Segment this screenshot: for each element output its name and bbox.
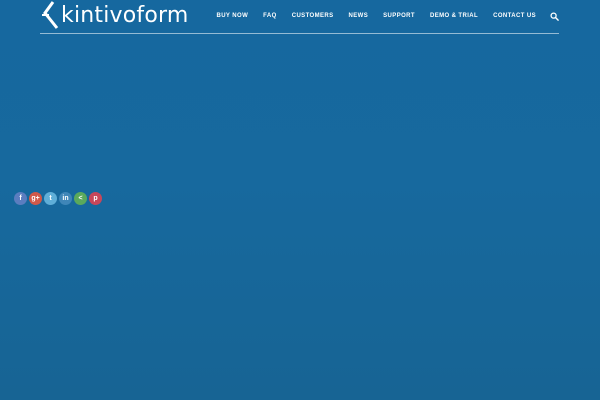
nav-item-contact-us[interactable]: CONTACT US [493, 13, 536, 19]
linkedin-icon[interactable]: in [59, 192, 72, 205]
brand-name: kintivoform [61, 3, 189, 28]
nav-item-demo-trial[interactable]: DEMO & TRIAL [430, 13, 478, 19]
google-plus-icon[interactable]: g+ [29, 192, 42, 205]
logo[interactable]: kintivoform [40, 1, 189, 31]
social-share-bar: f g+ t in < p [14, 192, 104, 205]
nav-item-faq[interactable]: FAQ [263, 13, 277, 19]
share-icon[interactable]: < [74, 192, 87, 205]
facebook-icon[interactable]: f [14, 192, 27, 205]
pinterest-icon[interactable]: p [89, 192, 102, 205]
nav-item-support[interactable]: SUPPORT [383, 13, 415, 19]
main-nav: BUY NOW FAQ CUSTOMERS NEWS SUPPORT DEMO … [201, 8, 559, 24]
logo-mark-icon [42, 1, 59, 29]
twitter-icon[interactable]: t [44, 192, 57, 205]
nav-item-customers[interactable]: CUSTOMERS [292, 13, 334, 19]
nav-item-news[interactable]: NEWS [349, 13, 369, 19]
site-header: kintivoform BUY NOW FAQ CUSTOMERS NEWS S… [40, 0, 559, 34]
nav-item-buy-now[interactable]: BUY NOW [216, 13, 248, 19]
search-icon[interactable] [550, 11, 559, 21]
